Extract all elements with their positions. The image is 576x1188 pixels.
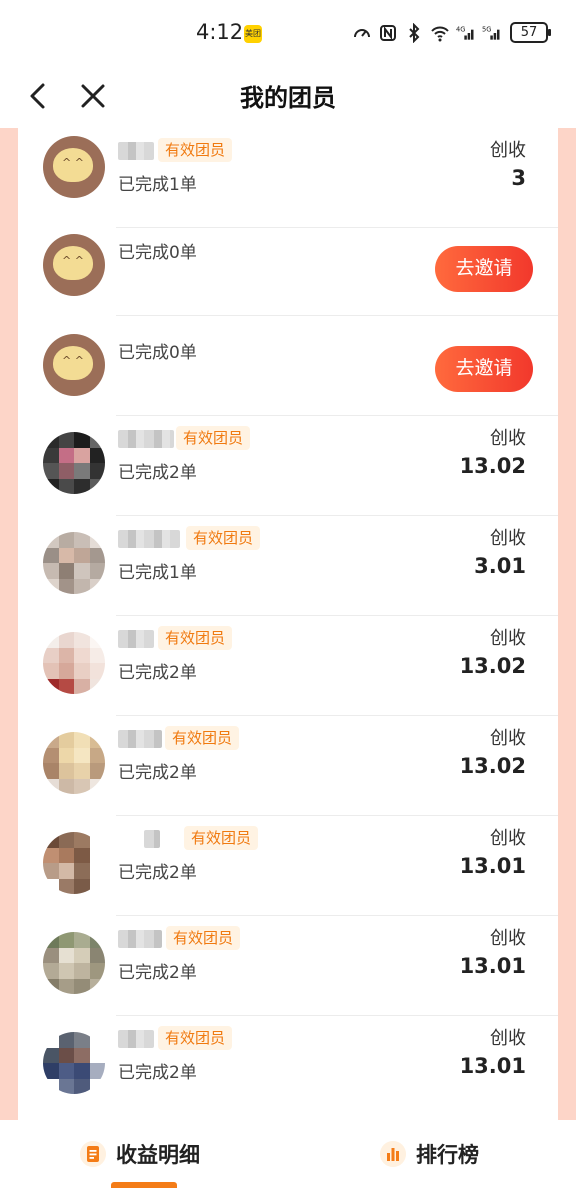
valid-member-tag: 有效团员 bbox=[176, 426, 251, 450]
member-name-blurred bbox=[118, 930, 162, 948]
avatar: ^ ^ bbox=[43, 234, 105, 296]
tab-earnings-label: 收益明细 bbox=[116, 1143, 200, 1167]
member-row[interactable]: 有效团员 已完成2单 创收 13.01 bbox=[18, 916, 558, 1016]
orders-count: 已完成0单 bbox=[118, 343, 197, 363]
earnings-value: 13.02 bbox=[459, 754, 526, 778]
status-icons: 4G 5G 57 bbox=[352, 22, 551, 43]
member-name-blurred bbox=[118, 630, 154, 648]
member-row[interactable]: ^ ^ 已完成0单 去邀请 bbox=[18, 316, 558, 416]
member-row[interactable]: ^ ^ 有效团员 已完成1单 创收 3 bbox=[18, 128, 558, 228]
earnings-label: 创收 bbox=[490, 428, 526, 449]
valid-member-tag: 有效团员 bbox=[165, 726, 240, 750]
page-title: 我的团员 bbox=[240, 84, 336, 112]
document-icon bbox=[80, 1141, 106, 1167]
orders-count: 已完成2单 bbox=[118, 863, 197, 883]
avatar bbox=[43, 1032, 105, 1094]
orders-count: 已完成2单 bbox=[118, 463, 197, 483]
valid-member-tag: 有效团员 bbox=[158, 626, 233, 650]
earnings-value: 13.01 bbox=[459, 1054, 526, 1078]
battery-icon: 57 bbox=[510, 22, 551, 43]
app-notification-icon: 美团 bbox=[244, 25, 262, 43]
member-row[interactable]: 有效团员 已完成2单 创收 13.01 bbox=[18, 816, 558, 916]
active-tab-indicator bbox=[111, 1182, 177, 1188]
signal-4g-icon: 4G bbox=[456, 25, 474, 40]
avatar bbox=[43, 832, 105, 894]
avatar bbox=[43, 732, 105, 794]
signal-5g-icon: 5G bbox=[482, 25, 500, 40]
orders-count: 已完成2单 bbox=[118, 763, 197, 783]
earnings-value: 13.01 bbox=[459, 954, 526, 978]
member-row[interactable]: ^ ^ 已完成0单 去邀请 bbox=[18, 216, 558, 316]
valid-member-tag: 有效团员 bbox=[166, 926, 241, 950]
earnings-label: 创收 bbox=[490, 928, 526, 949]
member-name-blurred bbox=[144, 830, 160, 848]
earnings-label: 创收 bbox=[490, 528, 526, 549]
member-name-blurred bbox=[118, 530, 180, 548]
member-row[interactable]: 有效团员 已完成2单 创收 13.02 bbox=[18, 616, 558, 716]
valid-member-tag: 有效团员 bbox=[158, 1026, 233, 1050]
svg-text:5G: 5G bbox=[482, 25, 491, 33]
avatar bbox=[43, 932, 105, 994]
orders-count: 已完成0单 bbox=[118, 243, 197, 263]
member-row[interactable]: 有效团员 已完成2单 创收 13.02 bbox=[18, 716, 558, 816]
member-name-blurred bbox=[118, 142, 154, 160]
earnings-value: 13.02 bbox=[459, 654, 526, 678]
svg-text:4G: 4G bbox=[456, 25, 465, 33]
status-bar: 4:12 美团 4G 5G 57 bbox=[0, 0, 576, 68]
nfc-icon bbox=[380, 24, 396, 41]
member-name-blurred bbox=[118, 730, 162, 748]
wifi-icon bbox=[431, 26, 449, 41]
member-name-blurred bbox=[118, 1030, 154, 1048]
member-name-blurred bbox=[118, 430, 174, 448]
speed-icon bbox=[354, 28, 370, 37]
member-row[interactable]: 有效团员 已完成2单 创收 13.02 bbox=[18, 416, 558, 516]
member-row[interactable]: 有效团员 已完成2单 创收 13.01 bbox=[18, 1016, 558, 1116]
earnings-value: 13.02 bbox=[459, 454, 526, 478]
earnings-label: 创收 bbox=[490, 1028, 526, 1049]
orders-count: 已完成2单 bbox=[118, 963, 197, 983]
avatar bbox=[43, 432, 105, 494]
earnings-label: 创收 bbox=[490, 828, 526, 849]
earnings-label: 创收 bbox=[490, 728, 526, 749]
header: 我的团员 bbox=[0, 68, 576, 128]
member-row[interactable]: 有效团员 已完成1单 创收 3.01 bbox=[18, 516, 558, 616]
bluetooth-icon bbox=[409, 22, 420, 43]
tab-ranking-label: 排行榜 bbox=[416, 1143, 479, 1167]
earnings-label: 创收 bbox=[490, 140, 526, 161]
tab-ranking[interactable]: 排行榜 bbox=[380, 1136, 479, 1172]
valid-member-tag: 有效团员 bbox=[158, 138, 233, 162]
orders-count: 已完成1单 bbox=[118, 563, 197, 583]
earnings-value: 3 bbox=[511, 166, 526, 190]
tab-earnings-detail[interactable]: 收益明细 bbox=[80, 1136, 200, 1172]
avatar: ^ ^ bbox=[43, 334, 105, 396]
bottom-nav: 收益明细 排行榜 bbox=[0, 1120, 576, 1188]
orders-count: 已完成2单 bbox=[118, 1063, 197, 1083]
valid-member-tag: 有效团员 bbox=[186, 526, 261, 550]
status-time: 4:12 bbox=[196, 20, 244, 44]
avatar bbox=[43, 632, 105, 694]
earnings-value: 3.01 bbox=[474, 554, 526, 578]
avatar bbox=[43, 532, 105, 594]
member-list: ^ ^ 有效团员 已完成1单 创收 3 ^ ^ 已完成0单 去邀请 ^ ^ 已完… bbox=[18, 128, 558, 1120]
earnings-label: 创收 bbox=[490, 628, 526, 649]
valid-member-tag: 有效团员 bbox=[184, 826, 259, 850]
invite-button[interactable]: 去邀请 bbox=[435, 346, 533, 392]
bar-chart-icon bbox=[380, 1141, 406, 1167]
orders-count: 已完成1单 bbox=[118, 175, 197, 195]
invite-button[interactable]: 去邀请 bbox=[435, 246, 533, 292]
avatar: ^ ^ bbox=[43, 136, 105, 198]
earnings-value: 13.01 bbox=[459, 854, 526, 878]
orders-count: 已完成2单 bbox=[118, 663, 197, 683]
